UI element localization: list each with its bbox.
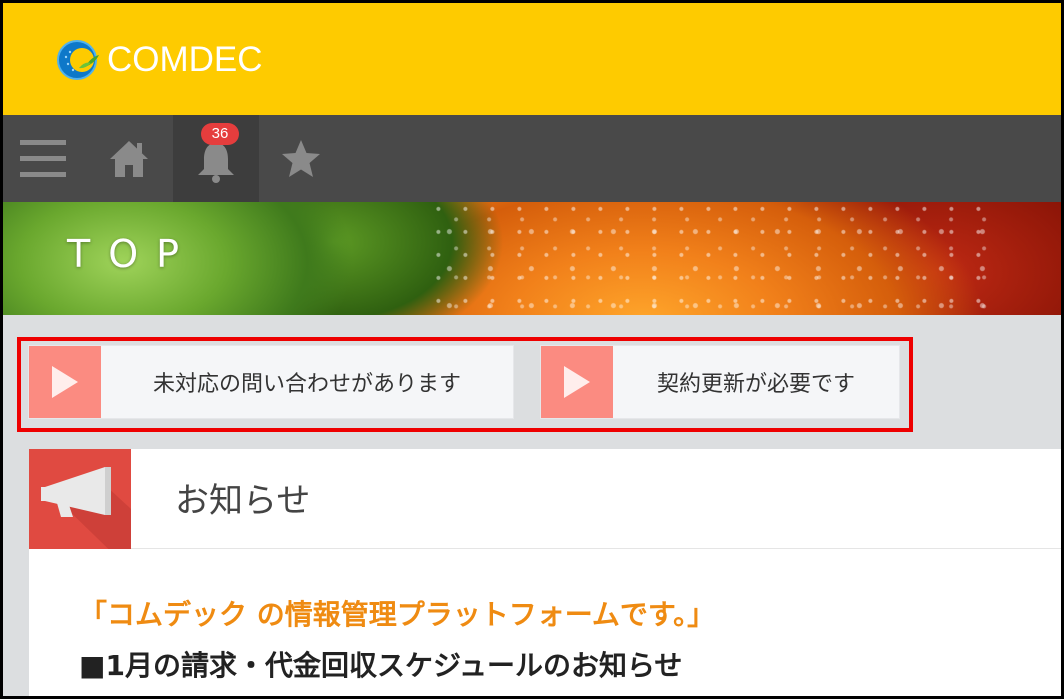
- bell-icon: [198, 142, 234, 183]
- comdec-logo-icon: [57, 40, 99, 80]
- logo-text: COMDEC: [107, 40, 263, 79]
- home-icon: [110, 140, 148, 177]
- hamburger-menu-icon: [20, 139, 66, 177]
- notice-headline: 「コムデック の情報管理プラットフォームです。」: [79, 598, 716, 631]
- notice-header: お知らせ: [29, 449, 1061, 549]
- header-bar: COMDEC: [3, 3, 1061, 115]
- menu-button[interactable]: [3, 115, 83, 202]
- logo[interactable]: COMDEC: [55, 37, 263, 83]
- alert-label: 契約更新が必要です: [656, 372, 855, 397]
- notice-panel: お知らせ 「コムデック の情報管理プラットフォームです。」 ■1月の請求・代金回…: [29, 449, 1061, 696]
- alert-label: 未対応の問い合わせがあります: [152, 372, 461, 397]
- favorites-button[interactable]: [259, 115, 343, 202]
- home-button[interactable]: [87, 115, 171, 202]
- megaphone-icon: [41, 467, 131, 549]
- notice-item-link[interactable]: ■1月の請求・代金回収スケジュールのお知らせ: [79, 644, 682, 684]
- unanswered-inquiries-alert-button[interactable]: 未対応の問い合わせがあります: [29, 346, 513, 418]
- main-content: 未対応の問い合わせがあります 契約更新が必要です お知らせ 「コムデック の情報…: [3, 315, 1061, 696]
- page-title: TOP: [67, 232, 198, 276]
- page-banner: TOP: [3, 202, 1061, 315]
- play-triangle-icon: [52, 366, 78, 398]
- contract-renewal-alert-button[interactable]: 契約更新が必要です: [541, 346, 899, 418]
- app-frame: COMDEC 36 TOP 未対応の問い合わせがあります 契約更新が必要です お…: [0, 0, 1064, 699]
- alert-icon-box: [541, 346, 613, 418]
- notice-title: お知らせ: [175, 481, 311, 521]
- notice-icon-box: [29, 449, 131, 549]
- banner-water-droplets: [433, 202, 993, 315]
- notifications-button[interactable]: 36: [173, 115, 259, 202]
- notification-count-badge: 36: [201, 123, 239, 145]
- star-icon: [282, 139, 320, 177]
- play-triangle-icon: [564, 366, 590, 398]
- top-navbar: 36: [3, 115, 1061, 202]
- alert-icon-box: [29, 346, 101, 418]
